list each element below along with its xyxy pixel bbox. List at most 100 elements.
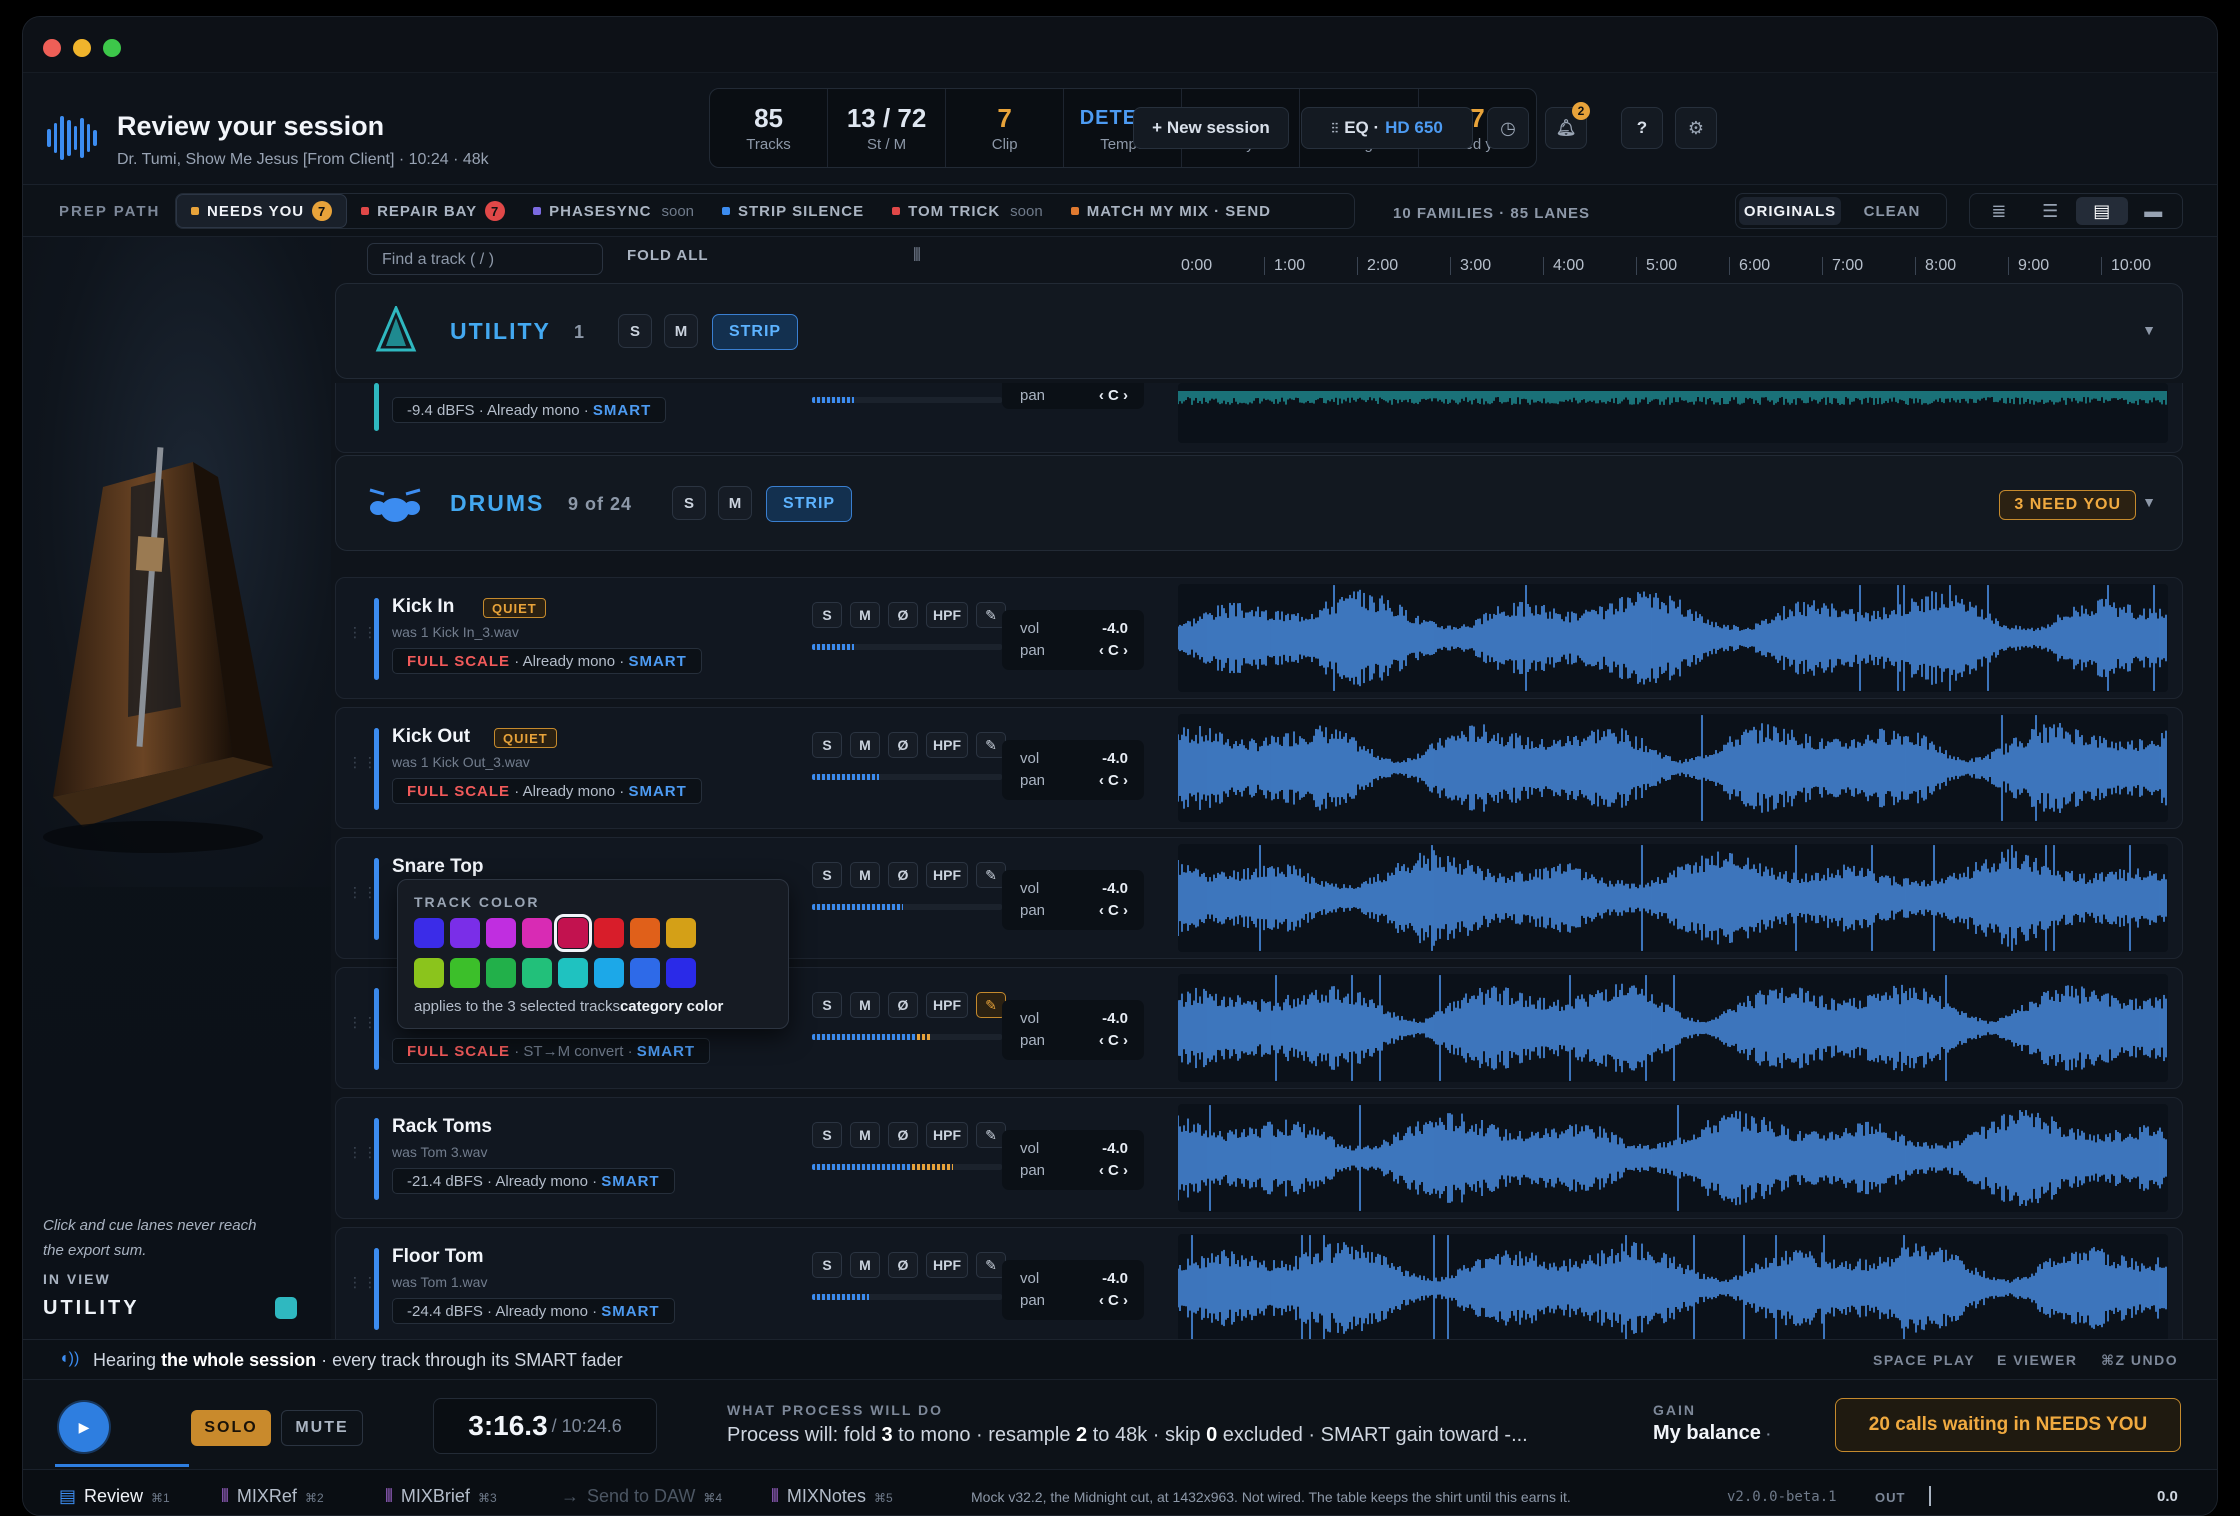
lane-waveform[interactable] — [1177, 714, 2168, 822]
color-swatch[interactable] — [594, 958, 624, 988]
track-lane[interactable]: ⋮⋮ Kick Out QUIET was 1 Kick Out_3.wav FULL … — [335, 707, 2183, 829]
lane-mute-button[interactable]: M — [850, 862, 880, 888]
view-list-icon[interactable]: ☰ — [2025, 197, 2077, 225]
color-swatch[interactable] — [450, 918, 480, 948]
phase-invert-button[interactable]: Ø — [888, 1252, 918, 1278]
tab-mixbrief[interactable]: ⦀ MIXBrief ⌘3 — [385, 1486, 497, 1507]
prep-step-5[interactable]: MATCH MY MIX · SEND — [1057, 194, 1285, 228]
color-swatch[interactable] — [554, 914, 592, 952]
phase-invert-button[interactable]: Ø — [888, 862, 918, 888]
group-header-drums[interactable]: DRUMS 9 of 24 S M STRIP 3 NEED YOU ▼ — [335, 455, 2183, 551]
settings-button[interactable]: ⚙ — [1675, 107, 1717, 149]
tab-mixnotes[interactable]: ⦀ MIXNotes ⌘5 — [771, 1486, 893, 1507]
prep-step-1[interactable]: REPAIR BAY 7 — [347, 194, 519, 228]
track-name[interactable]: Floor Tom — [392, 1246, 483, 1268]
minimize-window-button[interactable] — [73, 39, 91, 57]
utility-lane[interactable]: -9.4 dBFS · Already mono · SMART pan ‹ C … — [335, 383, 2183, 453]
tab-review[interactable]: ▤ Review ⌘1 — [59, 1486, 170, 1507]
lane-solo-button[interactable]: S — [812, 1122, 842, 1148]
track-lane[interactable]: ⋮⋮ Rack Toms was Tom 3.wav -21.4 dBFS · Alr… — [335, 1097, 2183, 1219]
track-name[interactable]: Kick In — [392, 596, 454, 618]
track-name[interactable]: Snare Top — [392, 856, 484, 878]
lane-solo-button[interactable]: S — [812, 1252, 842, 1278]
solo-button[interactable]: SOLO — [191, 1410, 271, 1446]
lane-waveform[interactable] — [1177, 974, 2168, 1082]
group-strip-button[interactable]: STRIP — [712, 314, 798, 350]
lane-waveform[interactable] — [1177, 1234, 2168, 1342]
play-button[interactable]: ▶ — [59, 1402, 109, 1452]
new-session-button[interactable]: + New session — [1133, 107, 1289, 149]
group-solo-button[interactable]: S — [672, 486, 706, 520]
tab-send-to-daw[interactable]: → Send to DAW ⌘4 — [561, 1486, 722, 1507]
hpf-button[interactable]: HPF — [926, 1252, 968, 1278]
track-name[interactable]: Kick Out — [392, 726, 470, 748]
phase-invert-button[interactable]: Ø — [888, 732, 918, 758]
lane-waveform[interactable] — [1177, 383, 2168, 443]
color-swatch[interactable] — [558, 958, 588, 988]
lane-waveform[interactable] — [1177, 1104, 2168, 1212]
color-swatch[interactable] — [414, 918, 444, 948]
color-swatch[interactable] — [666, 958, 696, 988]
color-swatch[interactable] — [630, 958, 660, 988]
lane-color-bar[interactable] — [374, 988, 379, 1070]
lane-mute-button[interactable]: M — [850, 732, 880, 758]
category-color-link[interactable]: category color — [620, 998, 723, 1015]
waveform-toggle-icon[interactable]: ⦀ — [913, 245, 921, 266]
notifications-button[interactable]: 🔔︎ 2 — [1545, 102, 1590, 149]
lane-solo-button[interactable]: S — [812, 602, 842, 628]
gain-select[interactable]: My balance · — [1653, 1422, 1771, 1445]
calls-waiting-button[interactable]: 20 calls waiting in NEEDS YOU — [1835, 1398, 2181, 1452]
hpf-button[interactable]: HPF — [926, 732, 968, 758]
lane-waveform[interactable] — [1177, 844, 2168, 952]
color-swatch[interactable] — [666, 918, 696, 948]
originals-toggle[interactable]: ORIGINALS — [1739, 197, 1841, 225]
view-large-icon[interactable]: ▬ — [2128, 197, 2180, 225]
color-swatch[interactable] — [486, 918, 516, 948]
need-you-badge[interactable]: 3 NEED YOU — [1999, 490, 2136, 520]
lane-mute-button[interactable]: M — [850, 602, 880, 628]
track-lane[interactable]: ⋮⋮ Floor Tom was Tom 1.wav -24.4 dBFS · Alr… — [335, 1227, 2183, 1349]
close-window-button[interactable] — [43, 39, 61, 57]
group-solo-button[interactable]: S — [618, 314, 652, 348]
color-swatch[interactable] — [630, 918, 660, 948]
color-swatch[interactable] — [522, 958, 552, 988]
chevron-down-icon[interactable]: ▼ — [2142, 322, 2156, 338]
track-lane[interactable]: ⋮⋮ Kick In QUIET was 1 Kick In_3.wav FULL SC… — [335, 577, 2183, 699]
fold-all-button[interactable]: FOLD ALL — [627, 247, 709, 264]
view-compact-icon[interactable]: ≣ — [1973, 197, 2025, 225]
lane-color-bar[interactable] — [374, 1248, 379, 1330]
tab-mixref[interactable]: ⦀ MIXRef ⌘2 — [221, 1486, 324, 1507]
hpf-button[interactable]: HPF — [926, 602, 968, 628]
group-header-utility[interactable]: UTILITY 1 S M STRIP ▼ — [335, 283, 2183, 379]
group-strip-button[interactable]: STRIP — [766, 486, 852, 522]
lane-color-bar[interactable] — [374, 383, 379, 431]
vol-pan-readout[interactable]: vol -4.0 pan ‹ C › — [1002, 1260, 1144, 1320]
help-button[interactable]: ? — [1621, 107, 1663, 149]
mute-button[interactable]: MUTE — [281, 1410, 363, 1446]
chevron-down-icon[interactable]: ▼ — [2142, 494, 2156, 510]
group-mute-button[interactable]: M — [664, 314, 698, 348]
lane-mute-button[interactable]: M — [850, 992, 880, 1018]
vol-pan-readout[interactable]: vol -4.0 pan ‹ C › — [1002, 1000, 1144, 1060]
vol-pan-readout[interactable]: vol -4.0 pan ‹ C › — [1002, 610, 1144, 670]
pan-readout[interactable]: pan ‹ C › — [1002, 383, 1144, 409]
zoom-window-button[interactable] — [103, 39, 121, 57]
lane-solo-button[interactable]: S — [812, 732, 842, 758]
track-name[interactable]: Rack Toms — [392, 1116, 492, 1138]
hpf-button[interactable]: HPF — [926, 862, 968, 888]
lane-color-bar[interactable] — [374, 1118, 379, 1200]
history-button[interactable]: ◷ — [1487, 107, 1529, 149]
search-input[interactable]: Find a track ( / ) — [367, 243, 603, 275]
eq-preset-button[interactable]: ⫶⫶ EQ · HD 650 — [1301, 107, 1473, 149]
lane-solo-button[interactable]: S — [812, 862, 842, 888]
color-swatch[interactable] — [594, 918, 624, 948]
in-view-color-swatch[interactable] — [275, 1297, 297, 1319]
lane-color-bar[interactable] — [374, 858, 379, 940]
phase-invert-button[interactable]: Ø — [888, 1122, 918, 1148]
lane-mute-button[interactable]: M — [850, 1252, 880, 1278]
vol-pan-readout[interactable]: vol -4.0 pan ‹ C › — [1002, 870, 1144, 930]
vol-pan-readout[interactable]: vol -4.0 pan ‹ C › — [1002, 740, 1144, 800]
lane-mute-button[interactable]: M — [850, 1122, 880, 1148]
prep-step-0[interactable]: NEEDS YOU 7 — [176, 194, 348, 228]
prep-step-4[interactable]: TOM TRICK soon — [878, 194, 1057, 228]
